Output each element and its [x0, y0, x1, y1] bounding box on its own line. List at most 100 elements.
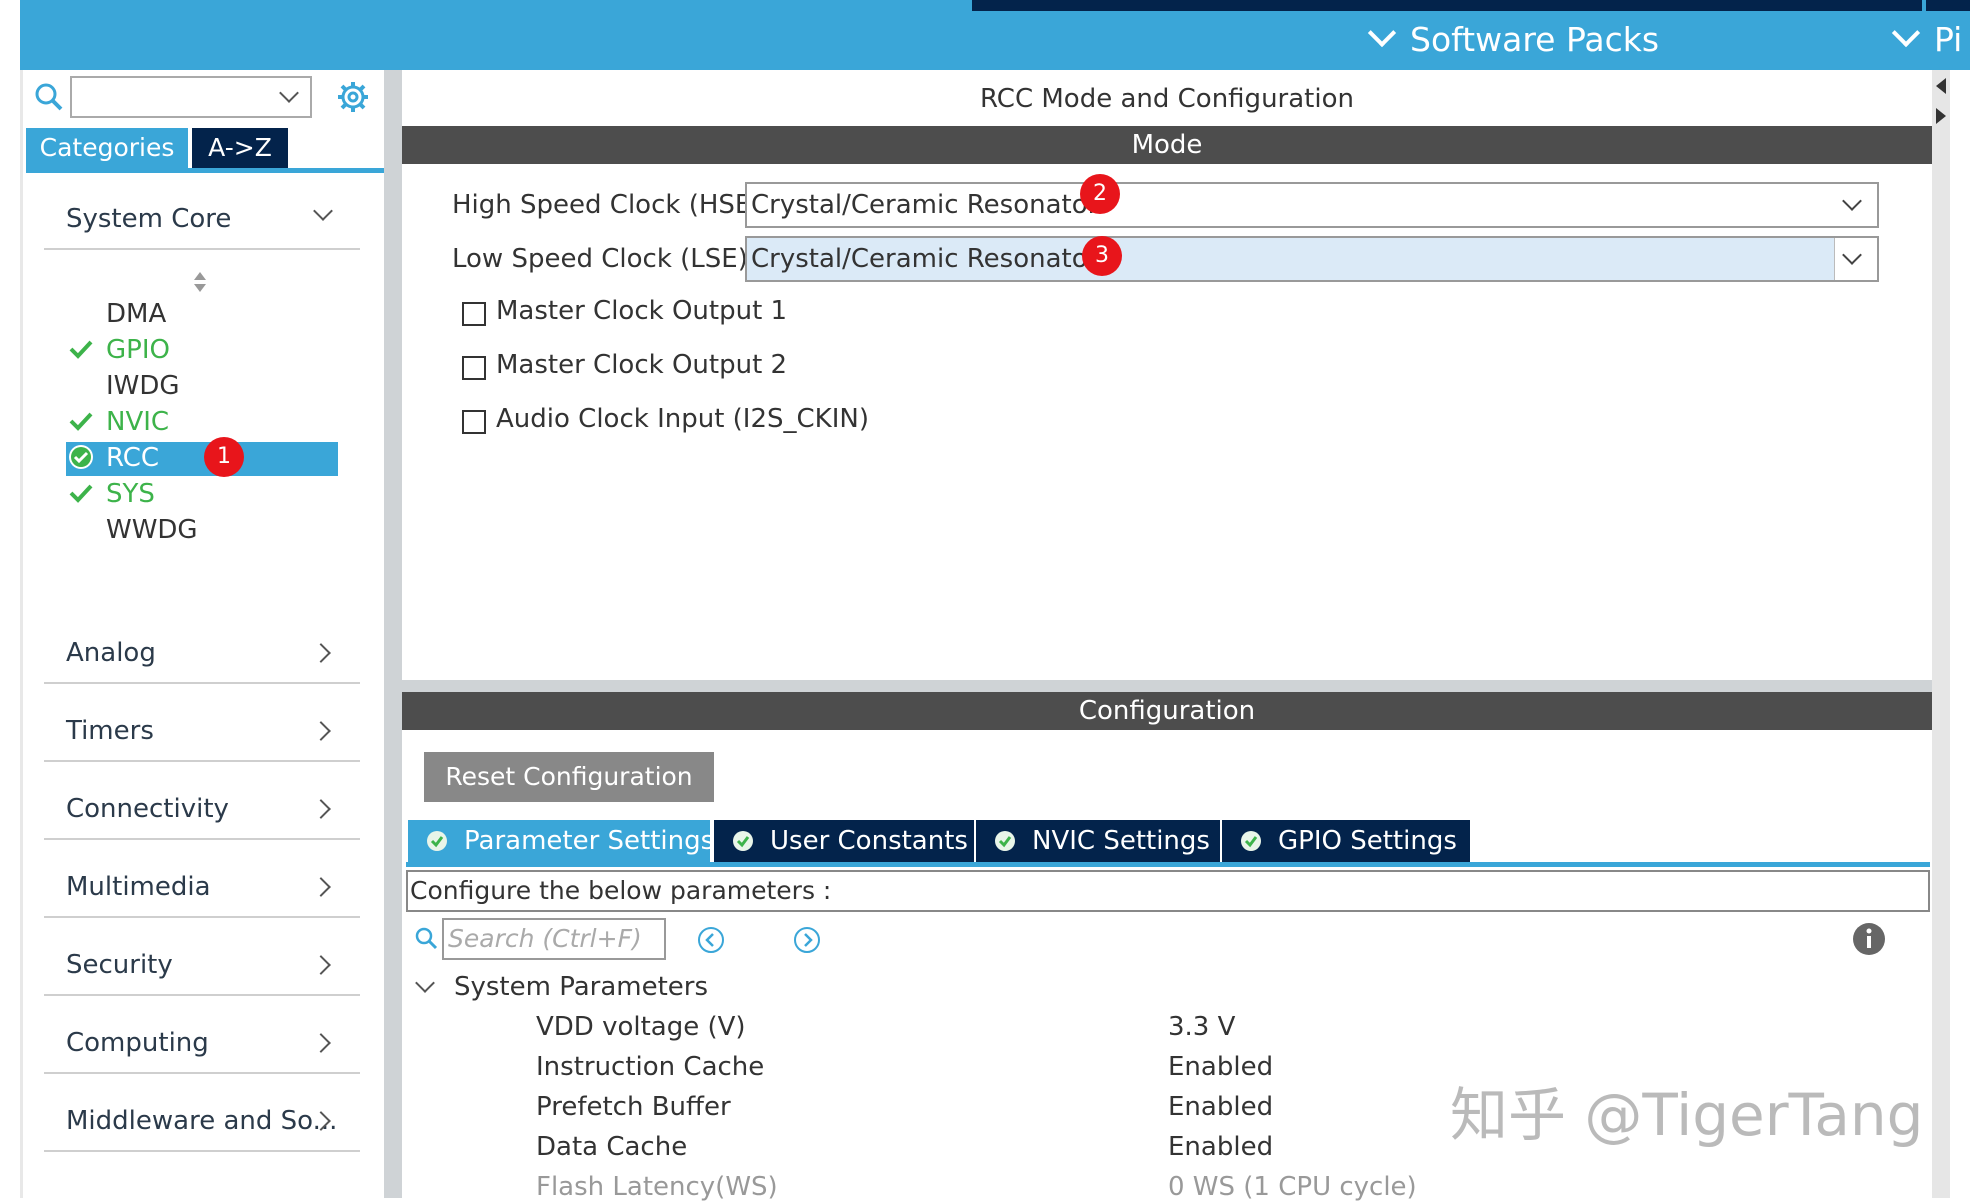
- next-result-icon[interactable]: [793, 926, 821, 958]
- configuration-section-header: Configuration: [402, 692, 1932, 730]
- search-icon[interactable]: [34, 82, 64, 116]
- peripheral-label: RCC: [106, 443, 160, 473]
- annotation-badge-2: 2: [1080, 174, 1120, 214]
- category-label: System Core: [66, 204, 232, 234]
- tab-underline: [26, 168, 384, 173]
- peripheral-iwdg[interactable]: IWDG: [66, 370, 338, 404]
- configure-hint: Configure the below parameters :: [406, 870, 1930, 912]
- peripheral-label: IWDG: [106, 371, 180, 401]
- category-label: Multimedia: [66, 872, 211, 902]
- category-label: Middleware and So...: [66, 1106, 338, 1136]
- panel-scrollbar[interactable]: [1932, 70, 1950, 1198]
- category-multimedia[interactable]: Multimedia: [44, 858, 360, 918]
- top-menu-strip: [972, 0, 1922, 11]
- tab-user-constants[interactable]: User Constants: [714, 820, 974, 862]
- lse-select-value: Crystal/Ceramic Resonator: [751, 244, 1099, 274]
- hse-select-value: Crystal/Ceramic Resonator: [751, 190, 1099, 220]
- check-icon: [69, 340, 93, 359]
- check-circle-icon: [995, 831, 1015, 851]
- peripheral-label: DMA: [106, 299, 167, 329]
- peripheral-dma[interactable]: DMA: [66, 298, 338, 332]
- sidebar-search-combo[interactable]: [70, 76, 312, 118]
- chevron-down-icon: [1891, 18, 1921, 48]
- param-name: Prefetch Buffer: [536, 1092, 731, 1122]
- software-packs-label: Software Packs: [1410, 20, 1660, 59]
- category-system-core[interactable]: System Core: [44, 190, 360, 250]
- chevron-down-icon: [1367, 18, 1397, 48]
- lse-select[interactable]: Crystal/Ceramic Resonator: [745, 236, 1879, 282]
- chevron-right-icon: [311, 799, 331, 819]
- annotation-badge-3: 3: [1082, 236, 1122, 276]
- top-menu-strip-right: [1926, 0, 1970, 11]
- param-name: Instruction Cache: [536, 1052, 765, 1082]
- tab-categories[interactable]: Categories: [26, 128, 188, 168]
- category-label: Connectivity: [66, 794, 229, 824]
- tab-parameter-settings[interactable]: Parameter Settings: [408, 820, 714, 862]
- category-label: Analog: [66, 638, 156, 668]
- sort-icon[interactable]: [192, 270, 208, 298]
- configure-hint-text: Configure the below parameters :: [410, 876, 832, 905]
- category-security[interactable]: Security: [44, 936, 360, 996]
- peripheral-wwdg[interactable]: WWDG: [66, 514, 338, 548]
- hse-select[interactable]: Crystal/Ceramic Resonator: [745, 182, 1879, 228]
- peripheral-gpio[interactable]: GPIO: [66, 334, 338, 368]
- peripheral-rcc[interactable]: RCC: [66, 442, 338, 476]
- pinout-menu-label: Pi: [1934, 20, 1963, 59]
- checkbox[interactable]: [462, 302, 486, 326]
- check-circle-icon: [1241, 831, 1261, 851]
- hse-label: High Speed Clock (HSE): [452, 190, 762, 220]
- category-analog[interactable]: Analog: [44, 624, 360, 684]
- tab-label: GPIO Settings: [1278, 826, 1457, 856]
- check-icon: [69, 412, 93, 431]
- tab-a-to-z[interactable]: A->Z: [192, 128, 288, 168]
- scroll-left-icon[interactable]: [1933, 76, 1949, 100]
- category-middleware[interactable]: Middleware and So...: [44, 1092, 360, 1152]
- category-computing[interactable]: Computing: [44, 1014, 360, 1074]
- tab-gpio-settings[interactable]: GPIO Settings: [1222, 820, 1470, 862]
- search-icon: [414, 926, 438, 954]
- previous-result-icon[interactable]: [697, 926, 725, 958]
- param-name: VDD voltage (V): [536, 1012, 746, 1042]
- check-circle-icon: [69, 445, 93, 469]
- tab-nvic-settings[interactable]: NVIC Settings: [976, 820, 1220, 862]
- category-timers[interactable]: Timers: [44, 702, 360, 762]
- sidebar-splitter[interactable]: [384, 70, 402, 1198]
- category-label: Timers: [66, 716, 154, 746]
- gear-icon[interactable]: [336, 80, 370, 118]
- param-value[interactable]: 3.3 V: [1168, 1012, 1235, 1042]
- param-value[interactable]: Enabled: [1168, 1052, 1273, 1082]
- tab-label: User Constants: [770, 826, 968, 856]
- checkbox[interactable]: [462, 410, 486, 434]
- category-connectivity[interactable]: Connectivity: [44, 780, 360, 840]
- peripheral-label: GPIO: [106, 335, 170, 365]
- checkbox-label: Master Clock Output 2: [496, 350, 788, 380]
- check-circle-icon: [427, 831, 447, 851]
- param-name: Data Cache: [536, 1132, 688, 1162]
- peripheral-label: SYS: [106, 479, 155, 509]
- peripheral-sys[interactable]: SYS: [66, 478, 338, 512]
- tab-label: Parameter Settings: [464, 826, 715, 856]
- peripheral-nvic[interactable]: NVIC: [66, 406, 338, 440]
- chevron-right-icon: [311, 643, 331, 663]
- chevron-right-icon: [311, 721, 331, 741]
- parameter-search-input[interactable]: Search (Ctrl+F): [442, 918, 666, 960]
- search-placeholder: Search (Ctrl+F): [448, 924, 642, 953]
- peripheral-label: NVIC: [106, 407, 170, 437]
- checkbox-label: Master Clock Output 1: [496, 296, 788, 326]
- param-value[interactable]: Enabled: [1168, 1132, 1273, 1162]
- scroll-right-icon[interactable]: [1933, 106, 1949, 130]
- chevron-right-icon: [311, 1033, 331, 1053]
- info-icon[interactable]: [1852, 922, 1886, 960]
- tab-label: NVIC Settings: [1032, 826, 1210, 856]
- chevron-right-icon: [311, 877, 331, 897]
- category-label: Security: [66, 950, 173, 980]
- pinout-menu[interactable]: Pi: [1891, 18, 1963, 59]
- category-label: Computing: [66, 1028, 209, 1058]
- software-packs-menu[interactable]: Software Packs: [1367, 18, 1660, 59]
- check-icon: [69, 484, 93, 503]
- checkbox-label: Audio Clock Input (I2S_CKIN): [496, 404, 869, 434]
- group-label: System Parameters: [454, 972, 709, 1002]
- reset-configuration-button[interactable]: Reset Configuration: [424, 752, 714, 802]
- param-value[interactable]: Enabled: [1168, 1092, 1273, 1122]
- checkbox[interactable]: [462, 356, 486, 380]
